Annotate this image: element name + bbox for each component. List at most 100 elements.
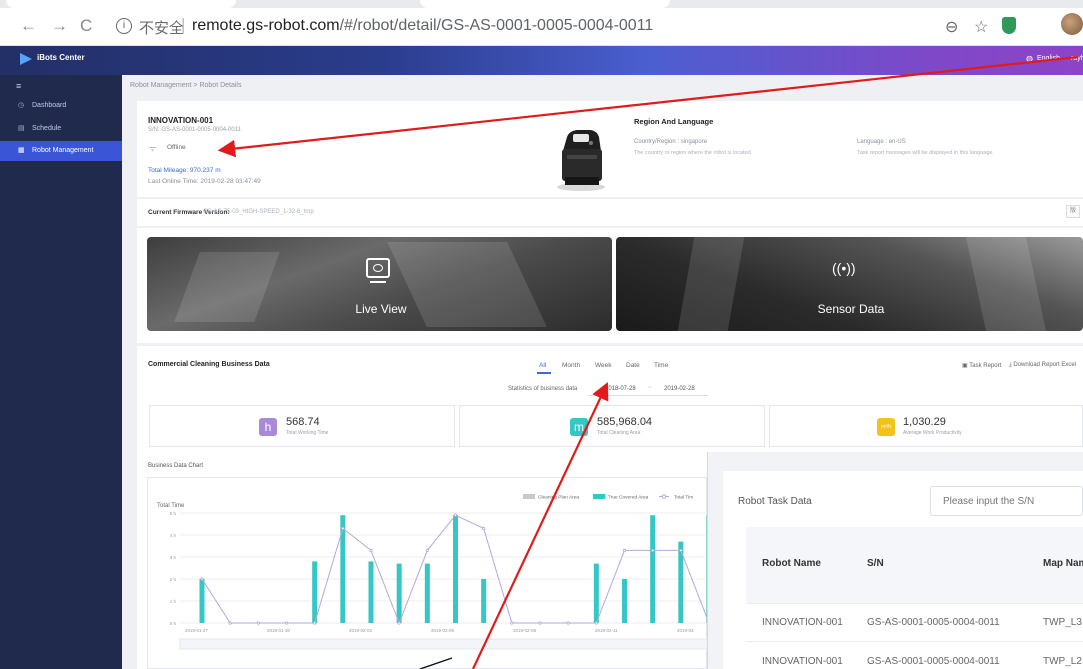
star-icon[interactable]: ☆	[974, 17, 988, 37]
sn-search-input[interactable]	[930, 486, 1083, 516]
arrow-right-icon[interactable]: →	[51, 16, 68, 36]
stat-value: 568.74	[286, 416, 320, 428]
chart-bar	[424, 563, 430, 623]
firmware-button[interactable]: 版	[1066, 205, 1080, 218]
globe-icon[interactable]: ◍	[1026, 54, 1033, 63]
line-point	[228, 621, 232, 625]
line-point	[453, 513, 458, 517]
column-header-robot-name[interactable]: Robot Name	[762, 558, 821, 569]
breadcrumb[interactable]: Robot Management > Robot Details	[130, 82, 241, 89]
line-point	[397, 621, 401, 625]
download-report-button[interactable]: ⤓ Download Report Excel	[1009, 362, 1076, 369]
region-title: Region And Language	[634, 117, 714, 126]
robot-icon: ▦	[18, 147, 25, 154]
sensor-data-label[interactable]: Sensor Data	[806, 302, 896, 316]
area-icon: m	[570, 418, 588, 436]
y-tick-label: 1 h	[170, 599, 177, 604]
tab-date[interactable]: Date	[626, 362, 640, 369]
line-point	[594, 621, 598, 625]
sidebar-item-label: Robot Management	[32, 147, 94, 154]
tab[interactable]	[420, 0, 670, 8]
arrow-left-icon[interactable]: ←	[20, 16, 37, 36]
tab-month[interactable]: Month	[562, 362, 580, 369]
cell-sn: GS-AS-0001-0005-0004-0011	[867, 656, 1000, 667]
wifi-icon: ᯤ	[149, 144, 157, 153]
stat-label: Total Cleaning Area	[597, 430, 641, 436]
stat-value: 585,968.04	[597, 416, 653, 428]
legend-label: True Covered Area	[608, 495, 649, 501]
x-tick-label: 2019-01-30	[267, 628, 291, 633]
download-report-label: Download Report Excel	[1013, 362, 1077, 368]
address-bar-url[interactable]: remote.gs-robot.com/#/robot/detail/GS-AS…	[192, 17, 653, 35]
date-start[interactable]: 2018-07-28	[605, 386, 636, 392]
extension-shield-icon[interactable]	[1002, 17, 1016, 34]
info-icon[interactable]: i	[116, 18, 132, 34]
active-tab-indicator	[537, 372, 551, 374]
reload-icon[interactable]: C	[80, 16, 92, 36]
sidebar	[0, 75, 122, 669]
line-point	[256, 621, 260, 625]
line-point	[284, 621, 289, 625]
total-mileage: Total Mileage: 970.237 m	[148, 167, 221, 174]
column-header-map-name[interactable]: Map Name	[1043, 558, 1083, 569]
live-view-tile[interactable]	[147, 237, 612, 331]
task-report-button[interactable]: ▣ Task Report	[962, 362, 1001, 369]
cell-sn: GS-AS-0001-0005-0004-0011	[867, 617, 1000, 628]
zoom-icon[interactable]: ⊖	[945, 17, 958, 37]
language-description: Task report messages will be displayed i…	[857, 150, 994, 156]
language: Language : en-US	[857, 139, 906, 145]
last-online-time: Last Online Time: 2019-02-28 03:47:49	[148, 178, 261, 185]
line-point	[510, 621, 514, 625]
stat-label: Average Work Productivity	[903, 430, 962, 436]
tile-decoration	[677, 237, 745, 331]
date-separator: ~	[648, 385, 652, 391]
line-point	[425, 548, 429, 553]
legend-swatch-plan	[523, 494, 535, 499]
chart-bar	[396, 563, 402, 623]
robot-status: Offline	[167, 144, 186, 151]
legend-label: Total Tim	[674, 495, 693, 501]
live-view-icon	[366, 258, 390, 278]
chart-bar	[312, 561, 318, 623]
chart-bar	[622, 579, 627, 623]
line-point	[369, 548, 373, 553]
line-point	[538, 621, 542, 625]
date-end[interactable]: 2019-02-28	[664, 386, 695, 392]
sidebar-item-schedule[interactable]: ▤ Schedule	[0, 119, 122, 139]
tab-strip	[0, 0, 1083, 8]
cell-robot-name: INNOVATION-001	[762, 656, 843, 667]
column-header-sn[interactable]: S/N	[867, 558, 884, 569]
y-tick-label: 5 h	[170, 511, 177, 516]
tab-all[interactable]: All	[539, 362, 546, 369]
legend-marker-total	[661, 494, 667, 499]
x-tick-label: 2019-01-27	[185, 628, 209, 633]
user-menu[interactable]: rayh	[1071, 55, 1083, 62]
sidebar-item-dashboard[interactable]: ◷ Dashboard	[0, 96, 122, 116]
calendar-icon: ▤	[18, 125, 25, 132]
chart-bar	[593, 563, 599, 623]
chart-bar	[199, 579, 205, 623]
line-point	[341, 526, 345, 531]
signal-icon: ((•))	[832, 260, 856, 276]
tab[interactable]	[6, 0, 236, 8]
tab-time[interactable]: Time	[654, 362, 668, 369]
app-name[interactable]: iBots Center	[37, 53, 85, 62]
sensor-data-tile[interactable]	[616, 237, 1083, 331]
language-switch[interactable]: English	[1037, 55, 1060, 62]
stat-label: Total Working Time	[286, 430, 329, 436]
country-region: Country/Region : singapore	[634, 139, 708, 145]
url-domain: remote.gs-robot.com	[192, 17, 340, 34]
country-description: The country or region where the robot is…	[634, 150, 753, 156]
row-divider	[746, 603, 1083, 604]
tab-week[interactable]: Week	[595, 362, 612, 369]
live-view-label[interactable]: Live View	[346, 302, 416, 316]
line-point	[200, 577, 204, 581]
address-separator: |	[181, 15, 186, 34]
sidebar-item-robot-management[interactable]: ▦ Robot Management	[0, 141, 122, 161]
profile-avatar[interactable]	[1061, 13, 1083, 35]
region-language-card	[625, 101, 1083, 197]
robot-image	[553, 113, 609, 191]
legend-label: Cleaning Plan Area	[538, 495, 579, 501]
chart-ylabel: Total Time	[157, 503, 185, 509]
menu-icon[interactable]: ≡	[16, 81, 21, 91]
